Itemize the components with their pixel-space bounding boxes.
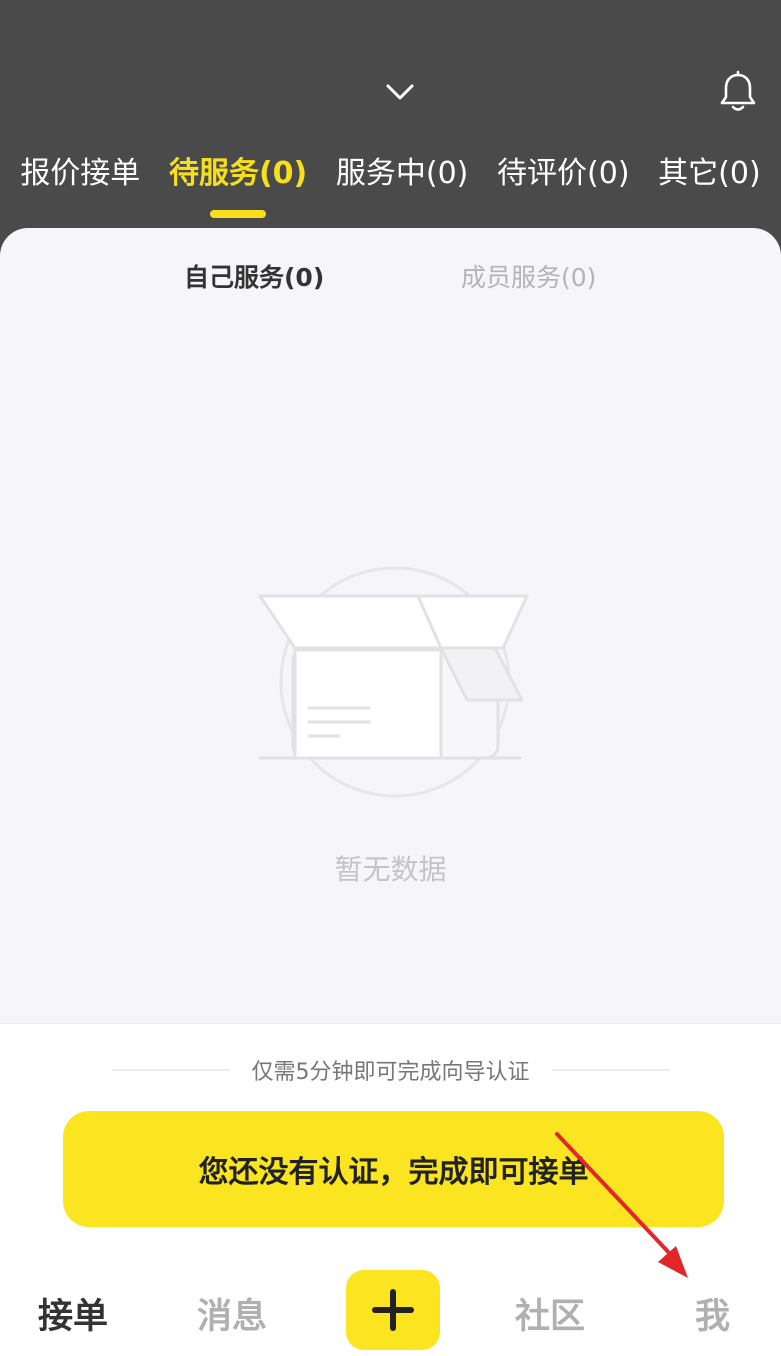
nav-item-messages[interactable]: 消息 (197, 1288, 267, 1339)
tab-other[interactable]: 其它(0) (658, 144, 761, 196)
empty-box-icon (258, 566, 529, 798)
add-button[interactable] (346, 1270, 440, 1350)
tab-label: 其它(0) (658, 156, 761, 191)
empty-state-text: 暂无数据 (334, 853, 447, 886)
divider-left (111, 1069, 230, 1071)
tab-label: 服务中(0) (335, 156, 469, 191)
active-tab-indicator (210, 210, 267, 218)
tab-label: 待服务(0) (168, 156, 308, 191)
certification-tip: 仅需5分钟即可完成向导认证 (0, 1052, 781, 1088)
tab-quote-orders[interactable]: 报价接单 (20, 144, 140, 196)
nav-item-me[interactable]: 我 (695, 1288, 730, 1339)
tab-pending-review[interactable]: 待评价(0) (497, 144, 630, 196)
divider-right (551, 1069, 670, 1071)
tab-in-service[interactable]: 服务中(0) (336, 144, 469, 196)
bottom-navigation: 接单 消息 社区 我 (0, 1240, 781, 1356)
content-area: 自己服务(0) 成员服务(0) 暂无数据 (0, 228, 781, 1028)
subtab-own-service[interactable]: 自己服务(0) (184, 258, 324, 294)
tab-pending-service[interactable]: 待服务(0) (168, 144, 308, 218)
order-status-tabs: 报价接单 待服务(0) 服务中(0) 待评价(0) 其它(0) (0, 140, 781, 218)
header-bar: 报价接单 待服务(0) 服务中(0) 待评价(0) 其它(0) (0, 0, 781, 250)
certify-button[interactable]: 您还没有认证，完成即可接单 (63, 1111, 724, 1227)
bell-icon (720, 70, 756, 111)
tab-label: 报价接单 (20, 156, 141, 191)
tab-label: 待评价(0) (497, 156, 630, 191)
notification-button[interactable] (716, 70, 760, 114)
plus-icon (372, 1289, 414, 1331)
subtab-member-service[interactable]: 成员服务(0) (461, 258, 596, 294)
dropdown-toggle[interactable] (383, 78, 417, 106)
certification-tip-text: 仅需5分钟即可完成向导认证 (251, 1060, 530, 1085)
nav-item-community[interactable]: 社区 (515, 1288, 585, 1339)
chevron-down-icon (386, 84, 414, 100)
nav-item-orders[interactable]: 接单 (38, 1288, 108, 1339)
service-subtabs: 自己服务(0) 成员服务(0) (0, 258, 781, 302)
